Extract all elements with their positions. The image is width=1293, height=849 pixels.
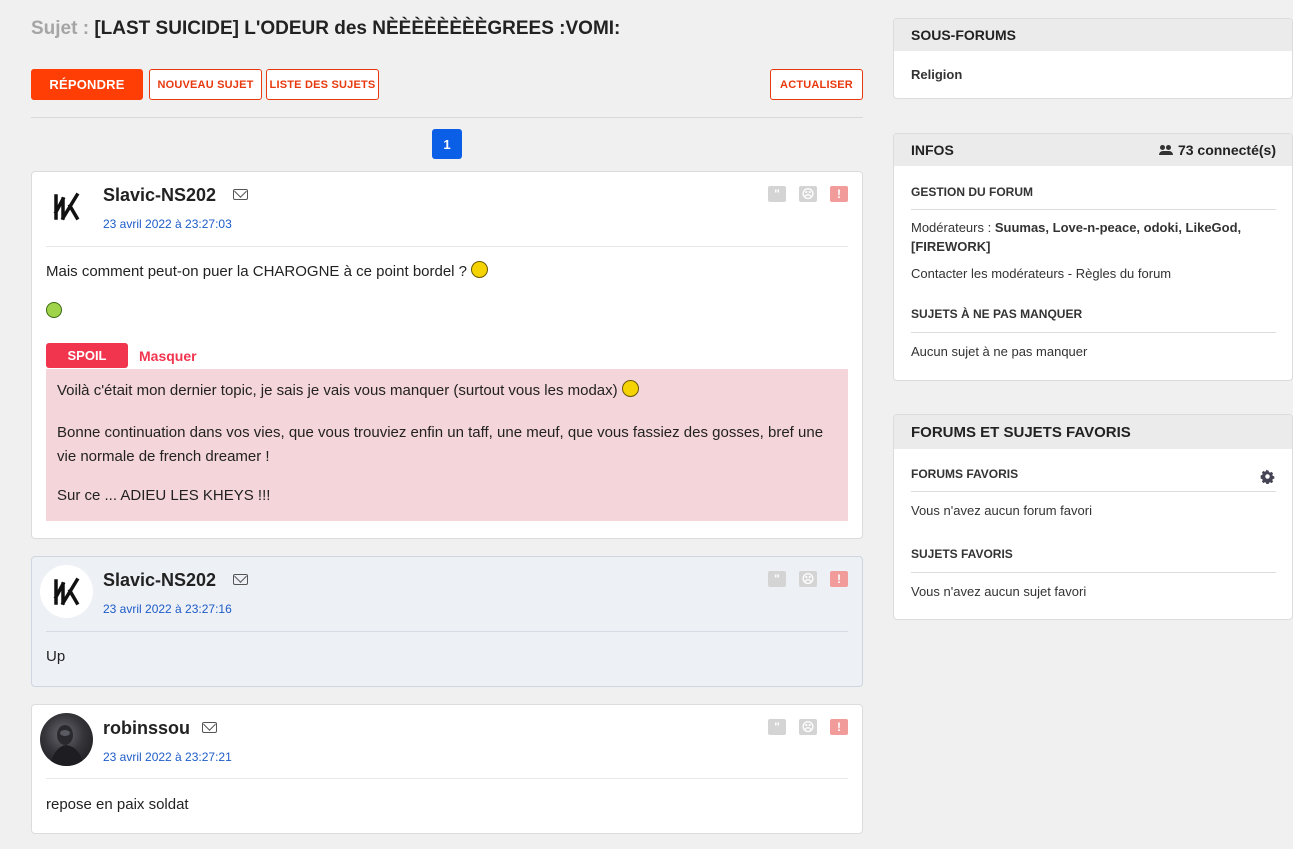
divider	[31, 117, 863, 118]
mail-icon[interactable]	[233, 574, 248, 585]
favorite-topics-title: SUJETS FAVORIS	[911, 547, 1013, 561]
moderators-line: Modérateurs : Suumas, Love-n-peace, odok…	[911, 218, 1276, 256]
must-see-title: SUJETS À NE PAS MANQUER	[911, 307, 1083, 321]
post: Slavic-NS202 23 avril 2022 à 23:27:16 " …	[31, 556, 863, 687]
contact-moderators-link[interactable]: Contacter les modérateurs	[911, 266, 1064, 281]
post-divider	[46, 778, 848, 779]
spoil-line-1: Voilà c'était mon dernier topic, je sais…	[57, 379, 837, 403]
spoil-button[interactable]: SPOIL	[46, 343, 128, 368]
favorite-forums-title: FORUMS FAVORIS	[911, 467, 1019, 481]
blacklist-icon[interactable]: ☹	[799, 571, 817, 587]
blacklist-icon[interactable]: ☹	[799, 719, 817, 735]
post-text: Mais comment peut-on puer la CHAROGNE à …	[46, 263, 468, 280]
author-name[interactable]: robinssou	[103, 718, 190, 739]
sick-smiley-icon	[46, 302, 62, 318]
topic-prefix: Sujet :	[31, 18, 90, 39]
online-count: 73 connecté(s)	[1158, 142, 1276, 158]
mail-icon[interactable]	[202, 722, 217, 733]
subforums-title: SOUS-FORUMS	[894, 19, 1292, 51]
infos-title: INFOS	[911, 142, 954, 158]
people-icon	[1158, 145, 1173, 155]
forum-rules-link[interactable]: Règles du forum	[1076, 266, 1171, 281]
post-date[interactable]: 23 avril 2022 à 23:27:03	[103, 217, 232, 231]
favorites-title: FORUMS ET SUJETS FAVORIS	[894, 415, 1292, 449]
spoil-content: Voilà c'était mon dernier topic, je sais…	[46, 369, 848, 521]
infos-header: INFOS 73 connecté(s)	[894, 134, 1292, 166]
post-divider	[46, 246, 848, 247]
forum-links: Contacter les modérateurs - Règles du fo…	[911, 264, 1276, 283]
divider	[911, 209, 1276, 210]
refresh-button[interactable]: ACTUALISER	[770, 69, 863, 100]
post-divider	[46, 631, 848, 632]
favorite-forums-text: Vous n'avez aucun forum favori	[911, 503, 1092, 518]
blacklist-icon[interactable]: ☹	[799, 186, 817, 202]
favorite-topics-text: Vous n'avez aucun sujet favori	[911, 584, 1087, 599]
post-date[interactable]: 23 avril 2022 à 23:27:21	[103, 750, 232, 764]
post-actions: " ☹ !	[768, 719, 848, 735]
avatar[interactable]	[40, 713, 93, 766]
topic-list-button[interactable]: LISTE DES SUJETS	[266, 69, 379, 100]
spoil-hide-link[interactable]: Masquer	[139, 348, 197, 364]
post-text: Up	[46, 648, 66, 665]
topic-title: [LAST SUICIDE] L'ODEUR des NÈÈÈÈÈÈÈÈGREE…	[94, 18, 621, 39]
spoil-line-3: Sur ce ... ADIEU LES KHEYS !!!	[57, 487, 271, 504]
avatar[interactable]	[40, 565, 93, 618]
links-separator: -	[1064, 266, 1076, 281]
page-title: Sujet : [LAST SUICIDE] L'ODEUR des NÈÈÈÈ…	[31, 18, 620, 40]
reply-button[interactable]: RÉPONDRE	[31, 69, 143, 100]
quote-icon[interactable]: "	[768, 571, 786, 587]
subforum-link-religion[interactable]: Religion	[911, 65, 1276, 84]
post-text: repose en paix soldat	[46, 796, 189, 813]
laughing-smiley-icon	[471, 261, 489, 278]
new-topic-button[interactable]: NOUVEAU SUJET	[149, 69, 262, 100]
favorites-panel: FORUMS ET SUJETS FAVORIS FORUMS FAVORIS …	[893, 414, 1293, 620]
smile-smiley-icon	[621, 380, 639, 397]
avatar[interactable]	[40, 180, 93, 233]
post-date[interactable]: 23 avril 2022 à 23:27:16	[103, 602, 232, 616]
mail-icon[interactable]	[233, 189, 248, 200]
topic-toolbar: RÉPONDRE NOUVEAU SUJET LISTE DES SUJETS …	[31, 69, 863, 100]
user-logo-icon	[53, 577, 79, 605]
post-content: Mais comment peut-on puer la CHAROGNE à …	[46, 260, 489, 284]
page-button-current[interactable]: 1	[432, 129, 462, 159]
management-title: GESTION DU FORUM	[911, 185, 1033, 199]
user-logo-icon	[53, 192, 79, 220]
author-name[interactable]: Slavic-NS202	[103, 185, 216, 206]
subforums-panel: SOUS-FORUMS Religion	[893, 18, 1293, 99]
report-icon[interactable]: !	[830, 186, 848, 202]
divider	[911, 332, 1276, 333]
divider	[911, 491, 1276, 492]
user-photo-icon	[50, 725, 84, 766]
must-see-text: Aucun sujet à ne pas manquer	[911, 344, 1088, 359]
infos-panel: INFOS 73 connecté(s) GESTION DU FORUM Mo…	[893, 133, 1293, 381]
report-icon[interactable]: !	[830, 571, 848, 587]
moderators-label: Modérateurs :	[911, 220, 992, 235]
quote-icon[interactable]: "	[768, 186, 786, 202]
post: Slavic-NS202 23 avril 2022 à 23:27:03 " …	[31, 171, 863, 539]
online-text: 73 connecté(s)	[1177, 142, 1276, 158]
post-smiley-line	[46, 300, 62, 324]
post-actions: " ☹ !	[768, 186, 848, 202]
post-actions: " ☹ !	[768, 571, 848, 587]
spoil-text-1: Voilà c'était mon dernier topic, je sais…	[57, 382, 618, 399]
quote-icon[interactable]: "	[768, 719, 786, 735]
report-icon[interactable]: !	[830, 719, 848, 735]
post: robinssou 23 avril 2022 à 23:27:21 " ☹ !…	[31, 704, 863, 834]
divider	[911, 572, 1276, 573]
author-name[interactable]: Slavic-NS202	[103, 570, 216, 591]
gear-icon[interactable]	[1260, 469, 1275, 484]
spoil-line-2: Bonne continuation dans vos vies, que vo…	[57, 424, 824, 465]
